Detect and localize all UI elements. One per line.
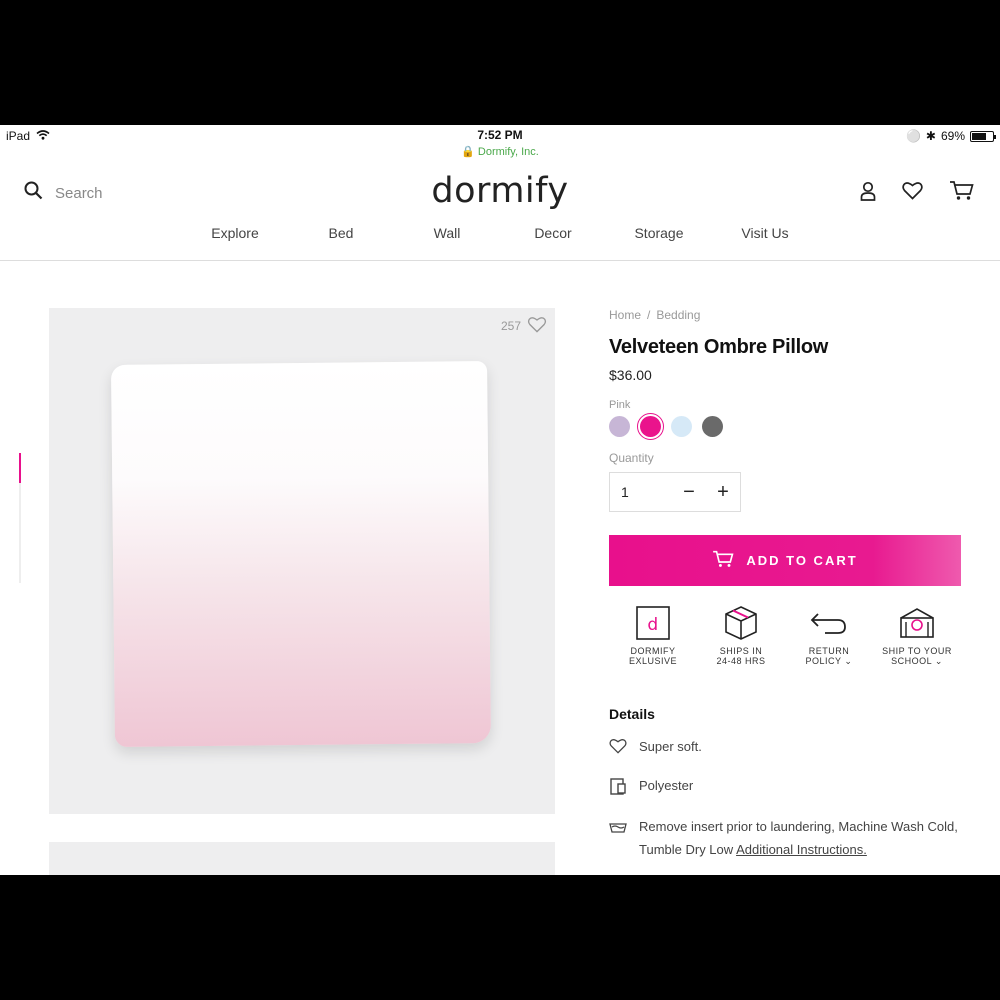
- school-icon: [877, 604, 957, 642]
- swatch-gray[interactable]: [702, 416, 723, 437]
- perk-exclusive: d DORMIFY EXLUSIVE: [613, 604, 693, 666]
- perks: d DORMIFY EXLUSIVE SHIPS IN 24-48 HRS RE…: [609, 604, 961, 666]
- perk-school-line2: SCHOOL: [891, 656, 932, 666]
- breadcrumb-separator: /: [647, 308, 651, 322]
- decrement-button[interactable]: −: [672, 481, 706, 504]
- perk-school[interactable]: SHIP TO YOUR SCHOOL ⌄: [877, 604, 957, 666]
- site-header: dormify Explore Bed Wall Decor Storage V…: [0, 163, 1000, 261]
- nav-bed[interactable]: Bed: [288, 225, 394, 241]
- perk-shipping-line2: 24-48 HRS: [716, 656, 766, 666]
- main-nav: Explore Bed Wall Decor Storage Visit Us: [0, 225, 1000, 241]
- chevron-down-icon: ⌄: [931, 656, 943, 666]
- nav-decor[interactable]: Decor: [500, 225, 606, 241]
- site-logo[interactable]: dormify: [0, 171, 1000, 211]
- detail-softness-text: Super soft.: [639, 739, 702, 754]
- swatch-lavender[interactable]: [609, 416, 630, 437]
- quantity-value[interactable]: 1: [610, 484, 672, 500]
- increment-button[interactable]: +: [706, 481, 740, 504]
- product-price: $36.00: [609, 367, 652, 383]
- site-url-text: Dormify, Inc.: [477, 146, 539, 158]
- swatch-pink[interactable]: [637, 413, 664, 440]
- battery-percent: 69%: [940, 129, 965, 143]
- detail-softness: Super soft.: [609, 735, 961, 761]
- detail-material: Polyester: [609, 774, 961, 802]
- detail-care: Remove insert prior to laundering, Machi…: [609, 815, 961, 861]
- color-label: Pink: [609, 399, 631, 411]
- heart-icon: [609, 735, 627, 761]
- details-heading: Details: [609, 706, 655, 722]
- nav-explore[interactable]: Explore: [182, 225, 288, 241]
- cart-icon: [712, 550, 734, 571]
- bluetooth-icon: ✱: [925, 129, 936, 143]
- quantity-stepper: 1 − +: [609, 472, 741, 512]
- box-icon: [701, 604, 781, 642]
- perk-exclusive-line2: EXLUSIVE: [628, 656, 678, 666]
- perk-exclusive-line1: DORMIFY: [630, 646, 676, 656]
- lock-icon: 🔒: [461, 146, 475, 158]
- nav-wall[interactable]: Wall: [394, 225, 500, 241]
- color-swatches: [609, 413, 961, 440]
- perk-return[interactable]: RETURN POLICY ⌄: [789, 604, 869, 666]
- breadcrumb-bedding[interactable]: Bedding: [656, 308, 700, 322]
- favorite-count: 257: [500, 319, 521, 333]
- product-image[interactable]: 257: [49, 308, 555, 814]
- account-icon[interactable]: [860, 181, 876, 206]
- header-actions: [860, 180, 974, 206]
- product-image-secondary[interactable]: [49, 842, 555, 875]
- add-to-cart-label: ADD TO CART: [746, 553, 858, 568]
- orientation-lock-icon: ⚪: [905, 129, 921, 143]
- add-to-cart-button[interactable]: ADD TO CART: [609, 535, 961, 586]
- detail-material-text: Polyester: [639, 778, 694, 793]
- perk-return-line1: RETURN: [808, 646, 850, 656]
- favorite-heart-icon[interactable]: [527, 316, 547, 336]
- dormify-logo-icon: d: [613, 604, 693, 642]
- breadcrumb: Home / Bedding: [609, 308, 961, 322]
- return-arrow-icon: [789, 604, 869, 642]
- site-url[interactable]: 🔒 Dormify, Inc.: [0, 145, 1000, 158]
- wishlist-heart-icon[interactable]: [902, 181, 923, 205]
- perk-shipping-line1: SHIPS IN: [719, 646, 763, 656]
- wash-icon: [609, 815, 627, 861]
- cart-icon[interactable]: [949, 180, 974, 206]
- additional-instructions-link[interactable]: Additional Instructions.: [736, 842, 867, 857]
- fabric-icon: [609, 774, 627, 802]
- perk-shipping: SHIPS IN 24-48 HRS: [701, 604, 781, 666]
- breadcrumb-home[interactable]: Home: [609, 308, 641, 322]
- svg-text:d: d: [647, 615, 658, 635]
- pillow-photo: [111, 361, 491, 747]
- battery-level: [972, 132, 986, 140]
- screen: iPad 7:52 PM 🔒 Dormify, Inc. ⚪ ✱ 69% dor: [0, 125, 1000, 875]
- battery-icon: [970, 130, 996, 142]
- nav-storage[interactable]: Storage: [606, 225, 712, 241]
- status-time: 7:52 PM: [477, 128, 523, 142]
- quantity-label: Quantity: [609, 451, 654, 465]
- product-info: Home / Bedding Velveteen Ombre Pillow $3…: [609, 308, 961, 861]
- perk-school-line1: SHIP TO YOUR: [882, 646, 952, 656]
- chevron-down-icon: ⌄: [841, 656, 853, 666]
- nav-visit-us[interactable]: Visit Us: [712, 225, 818, 241]
- gallery-scroll-thumb[interactable]: [19, 453, 21, 483]
- swatch-light-blue[interactable]: [671, 416, 692, 437]
- status-bar: iPad 7:52 PM 🔒 Dormify, Inc. ⚪ ✱ 69%: [0, 125, 1000, 163]
- product-title: Velveteen Ombre Pillow: [609, 336, 829, 358]
- favorite-counter[interactable]: 257: [501, 316, 547, 336]
- perk-return-line2: POLICY: [805, 656, 842, 666]
